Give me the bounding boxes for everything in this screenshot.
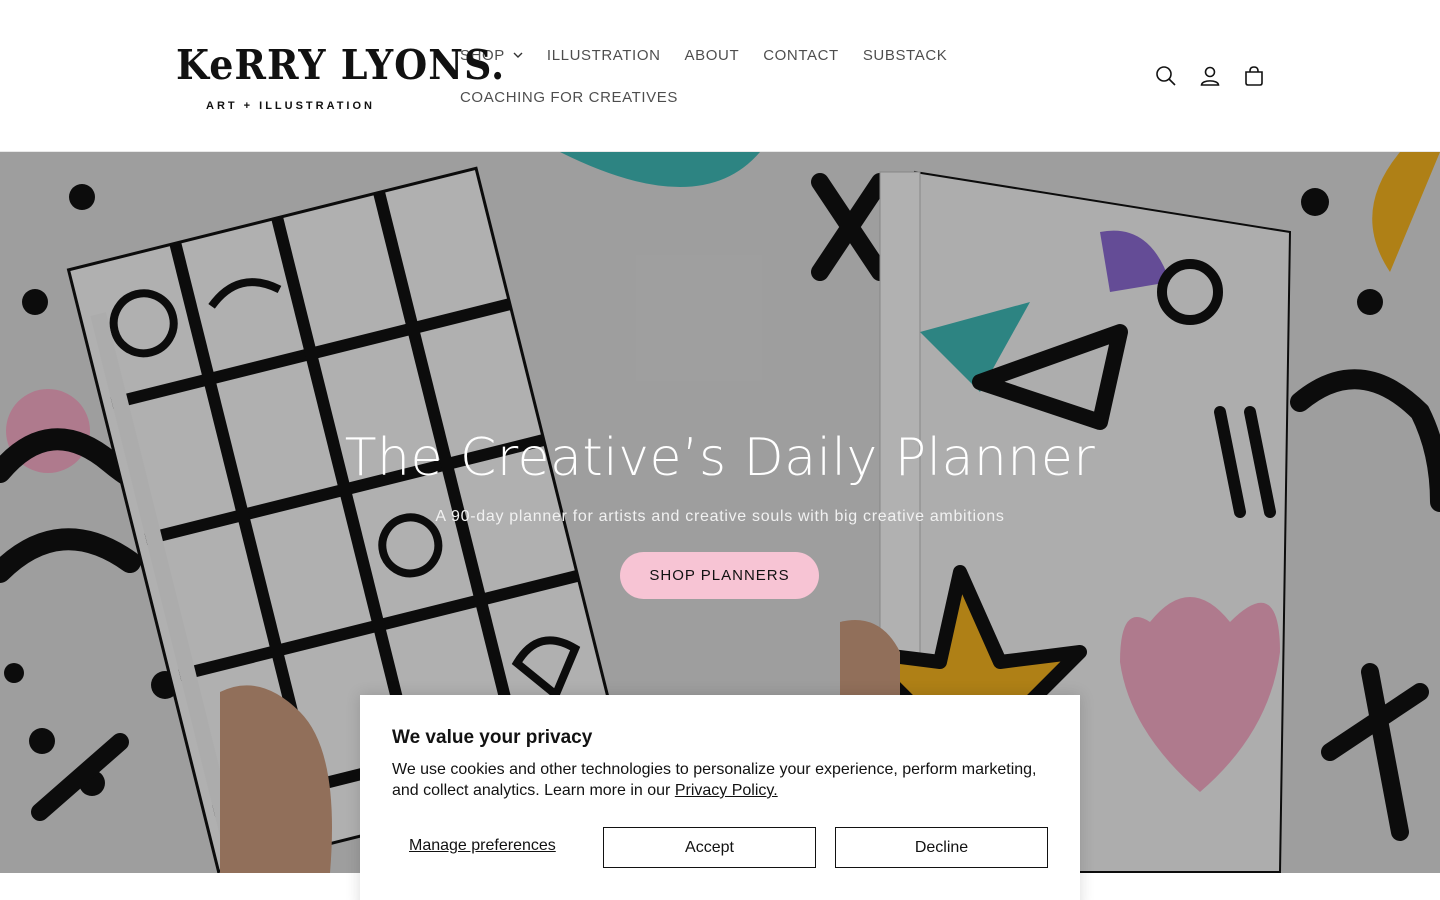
nav-item-label: ILLUSTRATION [546,46,661,64]
search-icon [1156,66,1176,86]
manage-preferences-link[interactable]: Manage preferences [409,837,556,855]
hero-title: The Creative’s Daily Planner [344,428,1096,488]
cart-icon [1245,66,1263,86]
chevron-down-icon [513,50,523,60]
nav-item-illustration[interactable]: ILLUSTRATION [535,34,673,76]
nav-item-label: COACHING FOR CREATIVES [460,88,678,106]
nav-item-label: SUBSTACK [862,46,948,64]
nav-item-label: SHOP [460,46,505,64]
shop-planners-button[interactable]: SHOP PLANNERS [620,552,819,599]
brand-logo[interactable]: KeRRY LYONS. ART + ILLUSTRATION [176,40,504,116]
nav-item-label: ABOUT [684,46,740,64]
account-button[interactable] [1188,56,1232,96]
privacy-policy-link[interactable]: Privacy Policy. [675,782,778,799]
decline-button[interactable]: Decline [835,827,1048,868]
nav-item-substack[interactable]: SUBSTACK [851,34,960,76]
nav-item-coaching[interactable]: COACHING FOR CREATIVES [448,76,690,118]
nav-item-about[interactable]: ABOUT [673,34,752,76]
search-button[interactable] [1144,56,1188,96]
header-icons [1144,56,1276,96]
site-header: KeRRY LYONS. ART + ILLUSTRATION SHOP ILL… [0,0,1440,152]
nav-item-shop[interactable]: SHOP [448,34,535,76]
nav-item-contact[interactable]: CONTACT [751,34,851,76]
cart-button[interactable] [1232,56,1276,96]
cookie-banner: We value your privacy We use cookies and… [360,695,1080,900]
account-icon [1200,66,1220,86]
main-nav: SHOP ILLUSTRATION ABOUT CONTACT SUBSTACK… [448,34,968,118]
nav-item-label: CONTACT [763,46,839,64]
cookie-title: We value your privacy [392,727,593,748]
cookie-text: We use cookies and other technologies to… [392,759,1048,801]
hero-subtitle: A 90-day planner for artists and creativ… [435,508,1005,525]
accept-button[interactable]: Accept [603,827,816,868]
brand-tagline: ART + ILLUSTRATION [206,100,375,112]
